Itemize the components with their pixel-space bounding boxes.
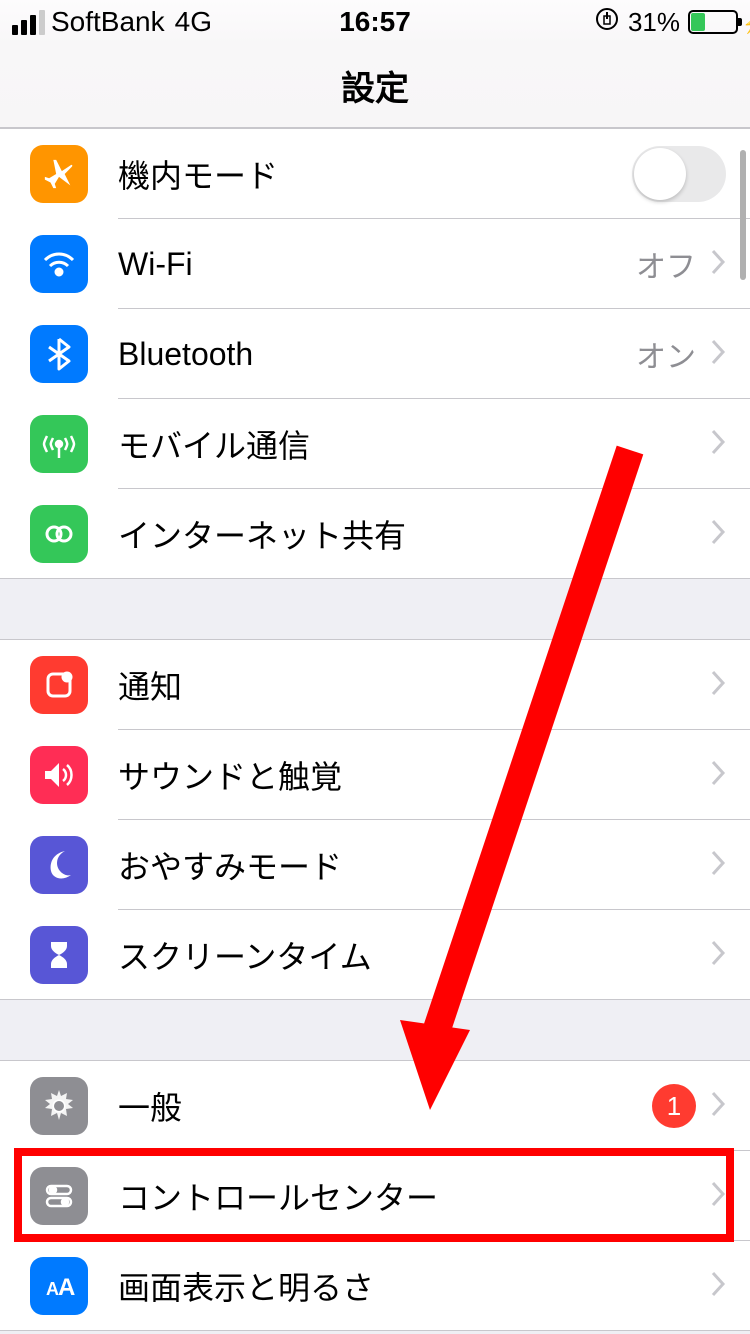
chevron-right-icon: [710, 669, 726, 702]
cellular-signal-icon: [12, 10, 45, 35]
gear-icon: [30, 1077, 88, 1135]
chevron-right-icon: [710, 1270, 726, 1303]
settings-group-alerts: 通知 サウンドと触覚 おやすみモード スクリーンタイム: [0, 639, 750, 1000]
row-label: スクリーンタイム: [118, 932, 710, 978]
control-center-icon: [30, 1167, 88, 1225]
row-value: オフ: [636, 242, 696, 286]
hotspot-icon: [30, 505, 88, 563]
battery-percent-label: 31%: [628, 7, 680, 38]
row-general[interactable]: 一般 1: [0, 1061, 750, 1151]
chevron-right-icon: [710, 1090, 726, 1123]
chevron-right-icon: [710, 849, 726, 882]
row-display[interactable]: AA 画面表示と明るさ: [0, 1241, 750, 1331]
bluetooth-icon: [30, 325, 88, 383]
row-airplane-mode[interactable]: 機内モード: [0, 129, 750, 219]
network-type-label: 4G: [175, 6, 212, 38]
chevron-right-icon: [710, 248, 726, 281]
scrollbar[interactable]: [740, 150, 746, 280]
chevron-right-icon: [710, 518, 726, 551]
row-cellular[interactable]: モバイル通信: [0, 399, 750, 489]
cellular-icon: [30, 415, 88, 473]
carrier-label: SoftBank: [51, 6, 165, 38]
chevron-right-icon: [710, 338, 726, 371]
row-label: 通知: [118, 662, 710, 708]
page-title: 設定: [341, 61, 409, 110]
nav-header: 設定: [0, 44, 750, 128]
row-screentime[interactable]: スクリーンタイム: [0, 910, 750, 1000]
row-bluetooth[interactable]: Bluetooth オン: [0, 309, 750, 399]
airplane-icon: [30, 145, 88, 203]
notifications-icon: [30, 656, 88, 714]
clock-label: 16:57: [339, 6, 411, 38]
status-bar: SoftBank 4G 16:57 31% ⚡: [0, 0, 750, 44]
moon-icon: [30, 836, 88, 894]
settings-group-system: 一般 1 コントロールセンター AA 画面表示と明るさ: [0, 1060, 750, 1331]
row-control-center[interactable]: コントロールセンター: [0, 1151, 750, 1241]
row-label: 画面表示と明るさ: [118, 1263, 710, 1309]
svg-text:A: A: [58, 1274, 75, 1301]
row-label: インターネット共有: [118, 511, 710, 557]
chevron-right-icon: [710, 1180, 726, 1213]
row-label: おやすみモード: [118, 842, 710, 888]
battery-icon: ⚡: [688, 10, 738, 34]
row-notifications[interactable]: 通知: [0, 640, 750, 730]
row-dnd[interactable]: おやすみモード: [0, 820, 750, 910]
row-value: オン: [636, 332, 696, 376]
row-label: Bluetooth: [118, 336, 636, 373]
chevron-right-icon: [710, 759, 726, 792]
row-label: 機内モード: [118, 151, 632, 197]
text-size-icon: AA: [30, 1257, 88, 1315]
wifi-icon: [30, 235, 88, 293]
rotation-lock-icon: [594, 6, 620, 39]
row-hotspot[interactable]: インターネット共有: [0, 489, 750, 579]
row-label: Wi-Fi: [118, 246, 636, 283]
row-label: 一般: [118, 1083, 652, 1129]
chevron-right-icon: [710, 428, 726, 461]
row-label: コントロールセンター: [118, 1173, 710, 1219]
airplane-switch[interactable]: [632, 146, 726, 202]
hourglass-icon: [30, 926, 88, 984]
row-wifi[interactable]: Wi-Fi オフ: [0, 219, 750, 309]
sounds-icon: [30, 746, 88, 804]
row-label: サウンドと触覚: [118, 752, 710, 798]
notification-badge: 1: [652, 1084, 696, 1128]
row-label: モバイル通信: [118, 421, 710, 467]
chevron-right-icon: [710, 939, 726, 972]
row-sounds[interactable]: サウンドと触覚: [0, 730, 750, 820]
settings-group-network: 機内モード Wi-Fi オフ Bluetooth オン モバイル通信 インターネ: [0, 128, 750, 579]
